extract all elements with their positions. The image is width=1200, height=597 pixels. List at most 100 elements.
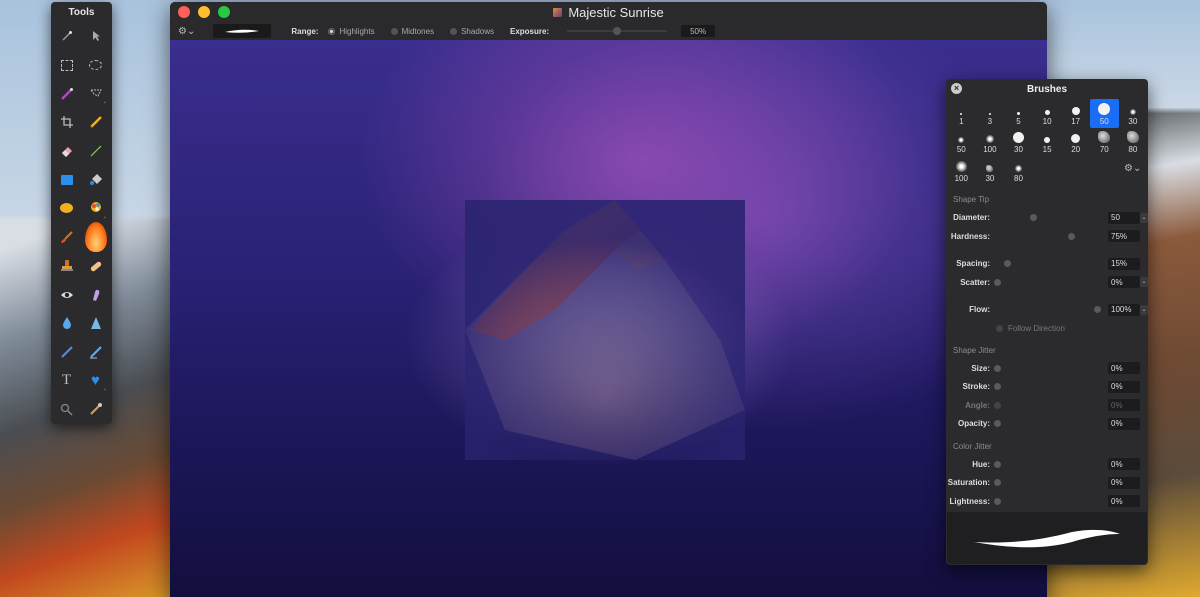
zoom-window-button[interactable] <box>218 6 230 18</box>
size-jitter-field[interactable]: 0% <box>1108 362 1140 375</box>
line-icon[interactable] <box>81 137 110 166</box>
saturation-jitter-field[interactable]: 0% <box>1108 476 1140 489</box>
sharpen-cone-icon[interactable] <box>81 309 110 338</box>
brush-preset[interactable]: 50 <box>1089 99 1119 128</box>
ellipse-select-icon[interactable] <box>81 51 110 80</box>
size-jitter-label: Size: <box>971 363 990 373</box>
spacing-field[interactable]: 15% <box>1108 257 1140 270</box>
stroke-jitter-slider[interactable] <box>992 378 1108 397</box>
gear-icon[interactable]: ⚙⌄ <box>1124 163 1141 174</box>
window-controls <box>178 6 230 18</box>
brush-preset[interactable]: 20 <box>1061 128 1090 157</box>
close-icon[interactable]: × <box>951 83 962 94</box>
range-midtones-radio[interactable]: Midtones <box>390 27 434 36</box>
spacing-row: Spacing: 15% <box>946 255 1148 274</box>
stroke-jitter-knob[interactable] <box>994 383 1001 390</box>
follow-direction-checkbox[interactable]: Follow Direction <box>946 319 1148 337</box>
close-window-button[interactable] <box>178 6 190 18</box>
brush-preset[interactable]: 5 <box>1004 99 1033 128</box>
brush-preset[interactable]: 100 <box>976 128 1005 157</box>
brush-preset[interactable]: 30 <box>1119 99 1148 128</box>
rectangle-shape-icon[interactable] <box>52 165 81 194</box>
chevron-down-icon[interactable]: ⌄ <box>1140 304 1148 315</box>
crop-icon[interactable] <box>52 108 81 137</box>
bandage-heal-icon[interactable] <box>81 252 110 281</box>
size-jitter-slider[interactable] <box>992 359 1108 378</box>
brush-preset[interactable]: 10 <box>1033 99 1062 128</box>
hue-jitter-slider[interactable] <box>992 455 1108 474</box>
brush-preset[interactable]: 80 <box>1119 128 1148 157</box>
diameter-field[interactable]: 50 ⌄ <box>1108 211 1148 224</box>
minimize-window-button[interactable] <box>198 6 210 18</box>
size-jitter-knob[interactable] <box>994 364 1001 372</box>
opacity-jitter-knob[interactable] <box>994 420 1001 427</box>
gear-icon[interactable]: ⚙⌄ <box>178 26 195 37</box>
brush-preset[interactable]: 70 <box>1090 128 1119 157</box>
brush-tip-icon <box>1071 134 1081 143</box>
exposure-value[interactable]: 50% <box>681 25 716 37</box>
diameter-slider-knob[interactable] <box>1030 214 1037 221</box>
lightness-jitter-slider[interactable] <box>992 492 1108 511</box>
brush-preset-picker[interactable] <box>213 24 272 38</box>
stroke-jitter-field[interactable]: 0% <box>1108 380 1140 393</box>
brush-preset[interactable]: 17 <box>1061 99 1090 128</box>
flow-slider[interactable] <box>992 301 1108 320</box>
hardness-field[interactable]: 75% <box>1108 230 1140 243</box>
range-shadows-radio[interactable]: Shadows <box>450 27 494 36</box>
pointer-arrow-icon[interactable] <box>81 22 110 51</box>
lightness-jitter-knob[interactable] <box>994 497 1001 505</box>
brush-preset[interactable]: 1 <box>947 99 976 128</box>
text-icon[interactable]: T <box>52 366 81 395</box>
brush-preset[interactable]: 50 <box>947 128 976 157</box>
saturation-jitter-slider[interactable] <box>992 474 1108 493</box>
paint-bucket-icon[interactable] <box>81 165 110 194</box>
spacing-slider[interactable] <box>992 255 1108 274</box>
magic-wand-icon[interactable] <box>52 22 81 51</box>
spacing-slider-knob[interactable] <box>1004 260 1011 267</box>
burn-flame-icon[interactable] <box>81 222 110 253</box>
color-picker-icon[interactable]: ⌄ <box>81 194 110 223</box>
pencil-icon[interactable] <box>81 108 110 137</box>
eraser-icon[interactable] <box>52 137 81 166</box>
zoom-icon[interactable] <box>52 395 81 424</box>
brush-preset[interactable]: 30 <box>1004 128 1033 157</box>
red-eye-icon[interactable] <box>52 280 81 309</box>
chevron-down-icon[interactable]: ⌄ <box>1140 277 1148 288</box>
blur-drop-icon[interactable] <box>52 309 81 338</box>
range-highlights-radio[interactable]: Highlights <box>328 27 375 36</box>
scatter-field[interactable]: 0% ⌄ <box>1108 276 1148 289</box>
ellipse-shape-icon[interactable] <box>52 194 81 223</box>
chevron-down-icon[interactable]: ⌄ <box>1140 212 1148 223</box>
scatter-slider[interactable] <box>992 273 1108 292</box>
hardness-slider[interactable] <box>992 227 1108 246</box>
heart-shape-icon[interactable]: ♥ ⌄ <box>81 366 110 395</box>
opacity-jitter-field[interactable]: 0% <box>1108 417 1140 430</box>
brush-preset[interactable]: 3 <box>976 99 1005 128</box>
exposure-slider[interactable] <box>567 27 668 35</box>
brush-preset[interactable]: 80 <box>1004 156 1033 185</box>
diameter-slider[interactable] <box>992 209 1108 228</box>
saturation-jitter-knob[interactable] <box>994 479 1001 486</box>
exposure-slider-knob[interactable] <box>613 27 622 35</box>
selection-brush-icon[interactable] <box>52 79 81 108</box>
opacity-jitter-slider[interactable] <box>992 415 1108 434</box>
hue-jitter-knob[interactable] <box>994 460 1001 468</box>
freeform-pen-icon[interactable] <box>81 338 110 367</box>
brush-preset[interactable]: 15 <box>1033 128 1062 157</box>
hardness-slider-knob[interactable] <box>1068 232 1075 240</box>
eyedropper-icon[interactable] <box>81 395 110 424</box>
brush-icon[interactable] <box>52 223 81 252</box>
hue-jitter-field[interactable]: 0% <box>1108 458 1140 471</box>
lightness-jitter-field[interactable]: 0% <box>1108 495 1140 508</box>
brush-preset[interactable]: 100 <box>947 156 976 185</box>
clone-stamp-icon[interactable] <box>52 252 81 281</box>
lasso-icon[interactable]: ⌄ <box>81 79 110 108</box>
scatter-slider-knob[interactable] <box>994 278 1001 286</box>
flow-slider-knob[interactable] <box>1094 306 1101 313</box>
rect-select-icon[interactable] <box>52 51 81 80</box>
smudge-icon[interactable] <box>81 280 110 309</box>
pen-icon[interactable] <box>52 338 81 367</box>
brush-preset[interactable]: 30 <box>976 156 1005 185</box>
image-canvas[interactable] <box>170 40 1047 597</box>
flow-field[interactable]: 100% ⌄ <box>1108 303 1148 316</box>
